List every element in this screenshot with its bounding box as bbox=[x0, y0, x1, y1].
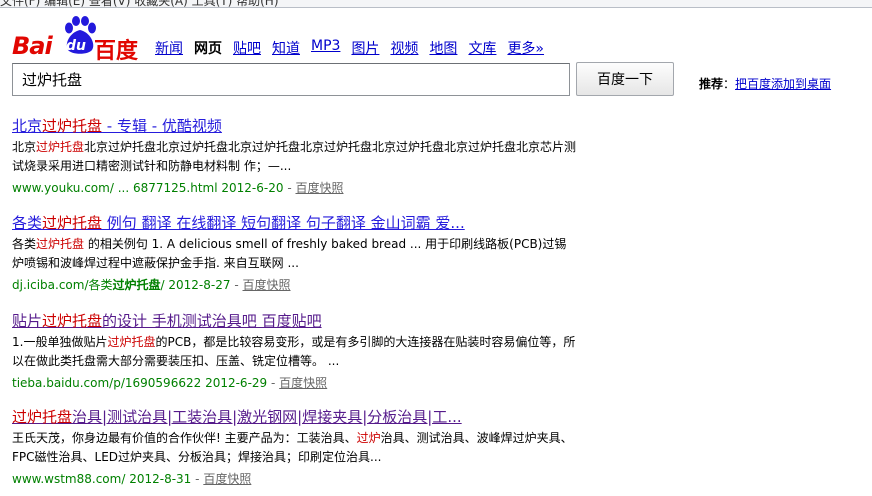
logo-du-text: du bbox=[66, 38, 86, 54]
result-url: tieba.baidu.com/p/1690596622 2012-6-29 bbox=[12, 376, 267, 390]
cache-link[interactable]: 百度快照 bbox=[203, 472, 251, 486]
search-input[interactable] bbox=[12, 63, 570, 96]
url-keyword: 过炉托盘 bbox=[112, 278, 161, 292]
result-meta: dj.iciba.com/各类过炉托盘/ 2012-8-27 - 百度快照 bbox=[12, 278, 291, 292]
url-text: www.youku.com/ ... 6877125.html bbox=[12, 181, 218, 195]
search-result: 过炉托盘治具|测试治具|工装治具|激光钢网|焊接夹具|分板治具|工... 王氏天… bbox=[12, 408, 582, 488]
url-text: tieba.baidu.com/p/1690596622 bbox=[12, 376, 202, 390]
result-date: 2012-8-31 bbox=[129, 472, 192, 486]
nav-tieba[interactable]: 贴吧 bbox=[233, 38, 261, 58]
title-keyword: 过炉托盘 bbox=[42, 214, 103, 232]
result-date: 2012-6-20 bbox=[221, 181, 284, 195]
abstract-keyword: 过炉托盘 bbox=[36, 237, 85, 251]
result-date: 2012-8-27 bbox=[168, 278, 231, 292]
logo-latin-text: Bai bbox=[12, 32, 53, 60]
title-keyword: 过炉托盘 bbox=[42, 117, 103, 135]
result-title-link[interactable]: 北京过炉托盘 - 专辑 - 优酷视频 bbox=[12, 117, 582, 135]
abstract-text: 北京过炉托盘北京过炉托盘北京过炉托盘北京过炉托盘北京过炉托盘北京过炉托盘北京芯片… bbox=[12, 140, 577, 173]
search-result: 北京过炉托盘 - 专辑 - 优酷视频 北京过炉托盘北京过炉托盘北京过炉托盘北京过… bbox=[12, 117, 582, 197]
nav-images[interactable]: 图片 bbox=[351, 38, 379, 58]
url-text: www.wstm88.com/ bbox=[12, 472, 126, 486]
title-text: 例句 翻译 在线翻译 短句翻译 句子翻译 金山词霸 爱... bbox=[102, 214, 465, 232]
abstract-keyword: 过炉 bbox=[356, 431, 381, 445]
nav-wenku[interactable]: 文库 bbox=[468, 38, 496, 58]
result-abstract: 各类过炉托盘 的相关例句 1. A delicious smell of fre… bbox=[12, 235, 577, 273]
abstract-text: 的相关例句 1. A delicious smell of freshly ba… bbox=[12, 237, 567, 270]
search-button[interactable]: 百度一下 bbox=[576, 62, 674, 96]
result-url: dj.iciba.com/各类过炉托盘/ 2012-8-27 bbox=[12, 278, 231, 292]
abstract-keyword: 过炉托盘 bbox=[107, 335, 156, 349]
search-result: 贴片过炉托盘的设计 手机测试治具吧 百度贴吧 1.一般单独做贴片过炉托盘的PCB… bbox=[12, 312, 582, 392]
url-tail: / bbox=[160, 278, 165, 292]
browser-menu-strip: 文件(F) 编辑(E) 查看(V) 收藏夹(A) 工具(T) 帮助(H) bbox=[0, 0, 872, 8]
search-category-nav: 新闻 网页 贴吧 知道 MP3 图片 视频 地图 文库 更多» bbox=[155, 38, 555, 58]
nav-map[interactable]: 地图 bbox=[429, 38, 457, 58]
title-text: 治具|测试治具|工装治具|激光钢网|焊接夹具|分板治具|工... bbox=[72, 408, 462, 426]
result-meta: www.youku.com/ ... 6877125.html 2012-6-2… bbox=[12, 181, 344, 195]
result-title-link[interactable]: 各类过炉托盘 例句 翻译 在线翻译 短句翻译 句子翻译 金山词霸 爱... bbox=[12, 214, 582, 232]
add-to-desktop-link[interactable]: 把百度添加到桌面 bbox=[735, 77, 831, 91]
result-abstract: 北京过炉托盘北京过炉托盘北京过炉托盘北京过炉托盘北京过炉托盘北京过炉托盘北京过炉… bbox=[12, 138, 577, 176]
recommend-label: 推荐 bbox=[699, 77, 724, 91]
abstract-text: 各类 bbox=[12, 237, 37, 251]
title-text: 贴片 bbox=[12, 312, 43, 330]
nav-more[interactable]: 更多» bbox=[507, 38, 544, 58]
result-url: www.wstm88.com/ 2012-8-31 bbox=[12, 472, 191, 486]
result-abstract: 王氏天茂，你身边最有价值的合作伙伴! 主要产品为：工装治具、过炉治具、测试治具、… bbox=[12, 429, 577, 467]
result-abstract: 1.一般单独做贴片过炉托盘的PCB，都是比较容易变形，或是有多引脚的大连接器在贴… bbox=[12, 333, 577, 371]
title-text: - 专辑 - 优酷视频 bbox=[102, 117, 222, 135]
title-keyword: 过炉托盘 bbox=[12, 408, 73, 426]
nav-news[interactable]: 新闻 bbox=[155, 38, 183, 58]
nav-mp3[interactable]: MP3 bbox=[311, 38, 340, 58]
url-text: dj.iciba.com/各类 bbox=[12, 278, 113, 292]
abstract-text: 王氏天茂，你身边最有价值的合作伙伴! 主要产品为：工装治具、 bbox=[12, 431, 357, 445]
cache-link[interactable]: 百度快照 bbox=[279, 376, 327, 390]
logo-chinese-text: 百度 bbox=[94, 39, 139, 64]
title-text: 北京 bbox=[12, 117, 43, 135]
cache-link[interactable]: 百度快照 bbox=[295, 181, 343, 195]
title-text: 的设计 手机测试治具吧 百度贴吧 bbox=[102, 312, 322, 330]
abstract-text: 1.一般单独做贴片 bbox=[12, 335, 108, 349]
result-title-link[interactable]: 过炉托盘治具|测试治具|工装治具|激光钢网|焊接夹具|分板治具|工... bbox=[12, 408, 582, 426]
baidu-logo[interactable]: Bai du 百度 bbox=[12, 14, 139, 64]
result-meta: tieba.baidu.com/p/1690596622 2012-6-29 -… bbox=[12, 376, 328, 390]
result-title-link[interactable]: 贴片过炉托盘的设计 手机测试治具吧 百度贴吧 bbox=[12, 312, 582, 330]
result-date: 2012-6-29 bbox=[205, 376, 268, 390]
title-text: 各类 bbox=[12, 214, 43, 232]
search-result: 各类过炉托盘 例句 翻译 在线翻译 短句翻译 句子翻译 金山词霸 爱... 各类… bbox=[12, 214, 582, 294]
cache-link[interactable]: 百度快照 bbox=[243, 278, 291, 292]
nav-web[interactable]: 网页 bbox=[194, 38, 222, 58]
nav-zhidao[interactable]: 知道 bbox=[272, 38, 300, 58]
recommend-colon: ： bbox=[723, 77, 736, 91]
result-meta: www.wstm88.com/ 2012-8-31 - 百度快照 bbox=[12, 472, 252, 486]
abstract-keyword: 过炉托盘 bbox=[36, 140, 85, 154]
result-url: www.youku.com/ ... 6877125.html 2012-6-2… bbox=[12, 181, 283, 195]
recommend-bar: 推荐：把百度添加到桌面 bbox=[699, 75, 831, 92]
title-keyword: 过炉托盘 bbox=[42, 312, 103, 330]
browser-menu-text: 文件(F) 编辑(E) 查看(V) 收藏夹(A) 工具(T) 帮助(H) bbox=[0, 0, 279, 8]
abstract-text: 北京 bbox=[12, 140, 37, 154]
nav-video[interactable]: 视频 bbox=[390, 38, 418, 58]
